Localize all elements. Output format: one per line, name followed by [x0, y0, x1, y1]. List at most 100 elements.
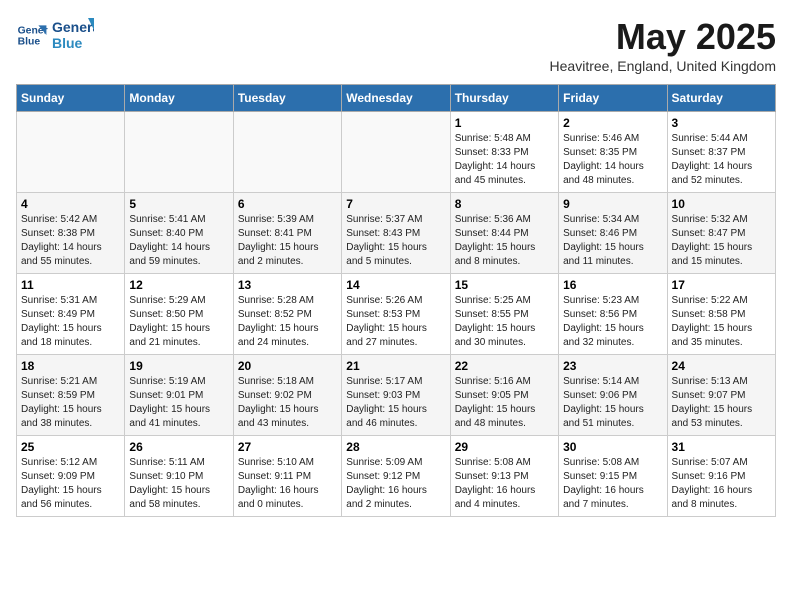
header-row: SundayMondayTuesdayWednesdayThursdayFrid…: [17, 85, 776, 112]
calendar-cell: 3 Sunrise: 5:44 AMSunset: 8:37 PMDaylight…: [667, 112, 775, 193]
day-info: Sunrise: 5:18 AMSunset: 9:02 PMDaylight:…: [238, 375, 337, 431]
day-info: Sunrise: 5:12 AMSunset: 9:09 PMDaylight:…: [21, 456, 120, 512]
day-info: Sunrise: 5:29 AMSunset: 8:50 PMDaylight:…: [129, 294, 228, 350]
calendar-cell: 20 Sunrise: 5:18 AMSunset: 9:02 PMDayligh…: [233, 355, 341, 436]
day-number: 28: [346, 440, 445, 454]
calendar-cell: 9 Sunrise: 5:34 AMSunset: 8:46 PMDaylight…: [559, 193, 667, 274]
logo-icon: General Blue: [16, 19, 48, 51]
svg-text:Blue: Blue: [52, 35, 83, 51]
calendar-cell: 7 Sunrise: 5:37 AMSunset: 8:43 PMDaylight…: [342, 193, 450, 274]
day-info: Sunrise: 5:09 AMSunset: 9:12 PMDaylight:…: [346, 456, 445, 512]
calendar-cell: 17Sunrise: 5:22 AMSunset: 8:58 PMDayligh…: [667, 274, 775, 355]
day-number: 16: [563, 278, 662, 292]
week-row-3: 11Sunrise: 5:31 AMSunset: 8:49 PMDayligh…: [17, 274, 776, 355]
day-info: Sunrise: 5:41 AMSunset: 8:40 PMDaylight:…: [129, 213, 228, 269]
day-info: Sunrise: 5:13 AMSunset: 9:07 PMDaylight:…: [672, 375, 771, 431]
day-number: 13: [238, 278, 337, 292]
day-number: 2: [563, 116, 662, 130]
day-info: Sunrise: 5:17 AMSunset: 9:03 PMDaylight:…: [346, 375, 445, 431]
calendar-cell: 25 Sunrise: 5:12 AMSunset: 9:09 PMDayligh…: [17, 436, 125, 517]
week-row-1: 1 Sunrise: 5:48 AMSunset: 8:33 PMDaylight…: [17, 112, 776, 193]
calendar-cell: 26Sunrise: 5:11 AMSunset: 9:10 PMDayligh…: [125, 436, 233, 517]
calendar-cell: 14Sunrise: 5:26 AMSunset: 8:53 PMDayligh…: [342, 274, 450, 355]
day-number: 25: [21, 440, 120, 454]
day-number: 7: [346, 197, 445, 211]
calendar-cell: 13 Sunrise: 5:28 AMSunset: 8:52 PMDayligh…: [233, 274, 341, 355]
day-info: Sunrise: 5:37 AMSunset: 8:43 PMDaylight:…: [346, 213, 445, 269]
day-number: 23: [563, 359, 662, 373]
day-info: Sunrise: 5:08 AMSunset: 9:15 PMDaylight:…: [563, 456, 662, 512]
day-number: 12: [129, 278, 228, 292]
day-number: 26: [129, 440, 228, 454]
day-info: Sunrise: 5:39 AMSunset: 8:41 PMDaylight:…: [238, 213, 337, 269]
day-info: Sunrise: 5:46 AMSunset: 8:35 PMDaylight:…: [563, 132, 662, 188]
week-row-4: 18 Sunrise: 5:21 AMSunset: 8:59 PMDayligh…: [17, 355, 776, 436]
day-number: 24: [672, 359, 771, 373]
calendar-cell: 10 Sunrise: 5:32 AMSunset: 8:47 PMDayligh…: [667, 193, 775, 274]
week-row-2: 4 Sunrise: 5:42 AMSunset: 8:38 PMDaylight…: [17, 193, 776, 274]
header-wednesday: Wednesday: [342, 85, 450, 112]
day-info: Sunrise: 5:21 AMSunset: 8:59 PMDaylight:…: [21, 375, 120, 431]
logo-svg: General Blue: [52, 16, 94, 54]
calendar-cell: 2 Sunrise: 5:46 AMSunset: 8:35 PMDaylight…: [559, 112, 667, 193]
calendar-cell: 21 Sunrise: 5:17 AMSunset: 9:03 PMDayligh…: [342, 355, 450, 436]
day-info: Sunrise: 5:48 AMSunset: 8:33 PMDaylight:…: [455, 132, 554, 188]
day-number: 27: [238, 440, 337, 454]
day-info: Sunrise: 5:32 AMSunset: 8:47 PMDaylight:…: [672, 213, 771, 269]
day-number: 6: [238, 197, 337, 211]
day-number: 10: [672, 197, 771, 211]
day-number: 4: [21, 197, 120, 211]
day-number: 30: [563, 440, 662, 454]
calendar-cell: 16 Sunrise: 5:23 AMSunset: 8:56 PMDayligh…: [559, 274, 667, 355]
day-info: Sunrise: 5:14 AMSunset: 9:06 PMDaylight:…: [563, 375, 662, 431]
day-info: Sunrise: 5:22 AMSunset: 8:58 PMDaylight:…: [672, 294, 771, 350]
day-number: 1: [455, 116, 554, 130]
day-number: 11: [21, 278, 120, 292]
day-info: Sunrise: 5:19 AMSunset: 9:01 PMDaylight:…: [129, 375, 228, 431]
calendar-cell: 24 Sunrise: 5:13 AMSunset: 9:07 PMDayligh…: [667, 355, 775, 436]
day-info: Sunrise: 5:26 AMSunset: 8:53 PMDaylight:…: [346, 294, 445, 350]
day-number: 8: [455, 197, 554, 211]
calendar-cell: 11Sunrise: 5:31 AMSunset: 8:49 PMDayligh…: [17, 274, 125, 355]
logo: General Blue General Blue: [16, 16, 94, 54]
day-info: Sunrise: 5:44 AMSunset: 8:37 PMDaylight:…: [672, 132, 771, 188]
calendar-cell: 19 Sunrise: 5:19 AMSunset: 9:01 PMDayligh…: [125, 355, 233, 436]
calendar-cell: 4 Sunrise: 5:42 AMSunset: 8:38 PMDaylight…: [17, 193, 125, 274]
day-number: 31: [672, 440, 771, 454]
header-thursday: Thursday: [450, 85, 558, 112]
calendar-cell: 31 Sunrise: 5:07 AMSunset: 9:16 PMDayligh…: [667, 436, 775, 517]
month-title: May 2025: [550, 16, 776, 58]
calendar-cell: [17, 112, 125, 193]
day-number: 22: [455, 359, 554, 373]
day-info: Sunrise: 5:07 AMSunset: 9:16 PMDaylight:…: [672, 456, 771, 512]
day-number: 15: [455, 278, 554, 292]
calendar-table: SundayMondayTuesdayWednesdayThursdayFrid…: [16, 84, 776, 517]
day-number: 3: [672, 116, 771, 130]
day-number: 9: [563, 197, 662, 211]
day-number: 18: [21, 359, 120, 373]
day-info: Sunrise: 5:34 AMSunset: 8:46 PMDaylight:…: [563, 213, 662, 269]
header-friday: Friday: [559, 85, 667, 112]
calendar-cell: 27Sunrise: 5:10 AMSunset: 9:11 PMDayligh…: [233, 436, 341, 517]
calendar-cell: 5Sunrise: 5:41 AMSunset: 8:40 PMDaylight…: [125, 193, 233, 274]
page-header: General Blue General Blue May 2025 Heavi…: [16, 16, 776, 74]
header-sunday: Sunday: [17, 85, 125, 112]
day-number: 29: [455, 440, 554, 454]
day-info: Sunrise: 5:16 AMSunset: 9:05 PMDaylight:…: [455, 375, 554, 431]
day-number: 21: [346, 359, 445, 373]
calendar-cell: [233, 112, 341, 193]
calendar-cell: 23 Sunrise: 5:14 AMSunset: 9:06 PMDayligh…: [559, 355, 667, 436]
day-info: Sunrise: 5:36 AMSunset: 8:44 PMDaylight:…: [455, 213, 554, 269]
day-number: 19: [129, 359, 228, 373]
calendar-cell: 1 Sunrise: 5:48 AMSunset: 8:33 PMDaylight…: [450, 112, 558, 193]
header-monday: Monday: [125, 85, 233, 112]
calendar-cell: 18 Sunrise: 5:21 AMSunset: 8:59 PMDayligh…: [17, 355, 125, 436]
svg-text:General: General: [52, 19, 94, 35]
calendar-cell: 28 Sunrise: 5:09 AMSunset: 9:12 PMDayligh…: [342, 436, 450, 517]
day-info: Sunrise: 5:25 AMSunset: 8:55 PMDaylight:…: [455, 294, 554, 350]
day-info: Sunrise: 5:42 AMSunset: 8:38 PMDaylight:…: [21, 213, 120, 269]
calendar-cell: 6 Sunrise: 5:39 AMSunset: 8:41 PMDaylight…: [233, 193, 341, 274]
day-info: Sunrise: 5:28 AMSunset: 8:52 PMDaylight:…: [238, 294, 337, 350]
day-info: Sunrise: 5:23 AMSunset: 8:56 PMDaylight:…: [563, 294, 662, 350]
day-number: 20: [238, 359, 337, 373]
